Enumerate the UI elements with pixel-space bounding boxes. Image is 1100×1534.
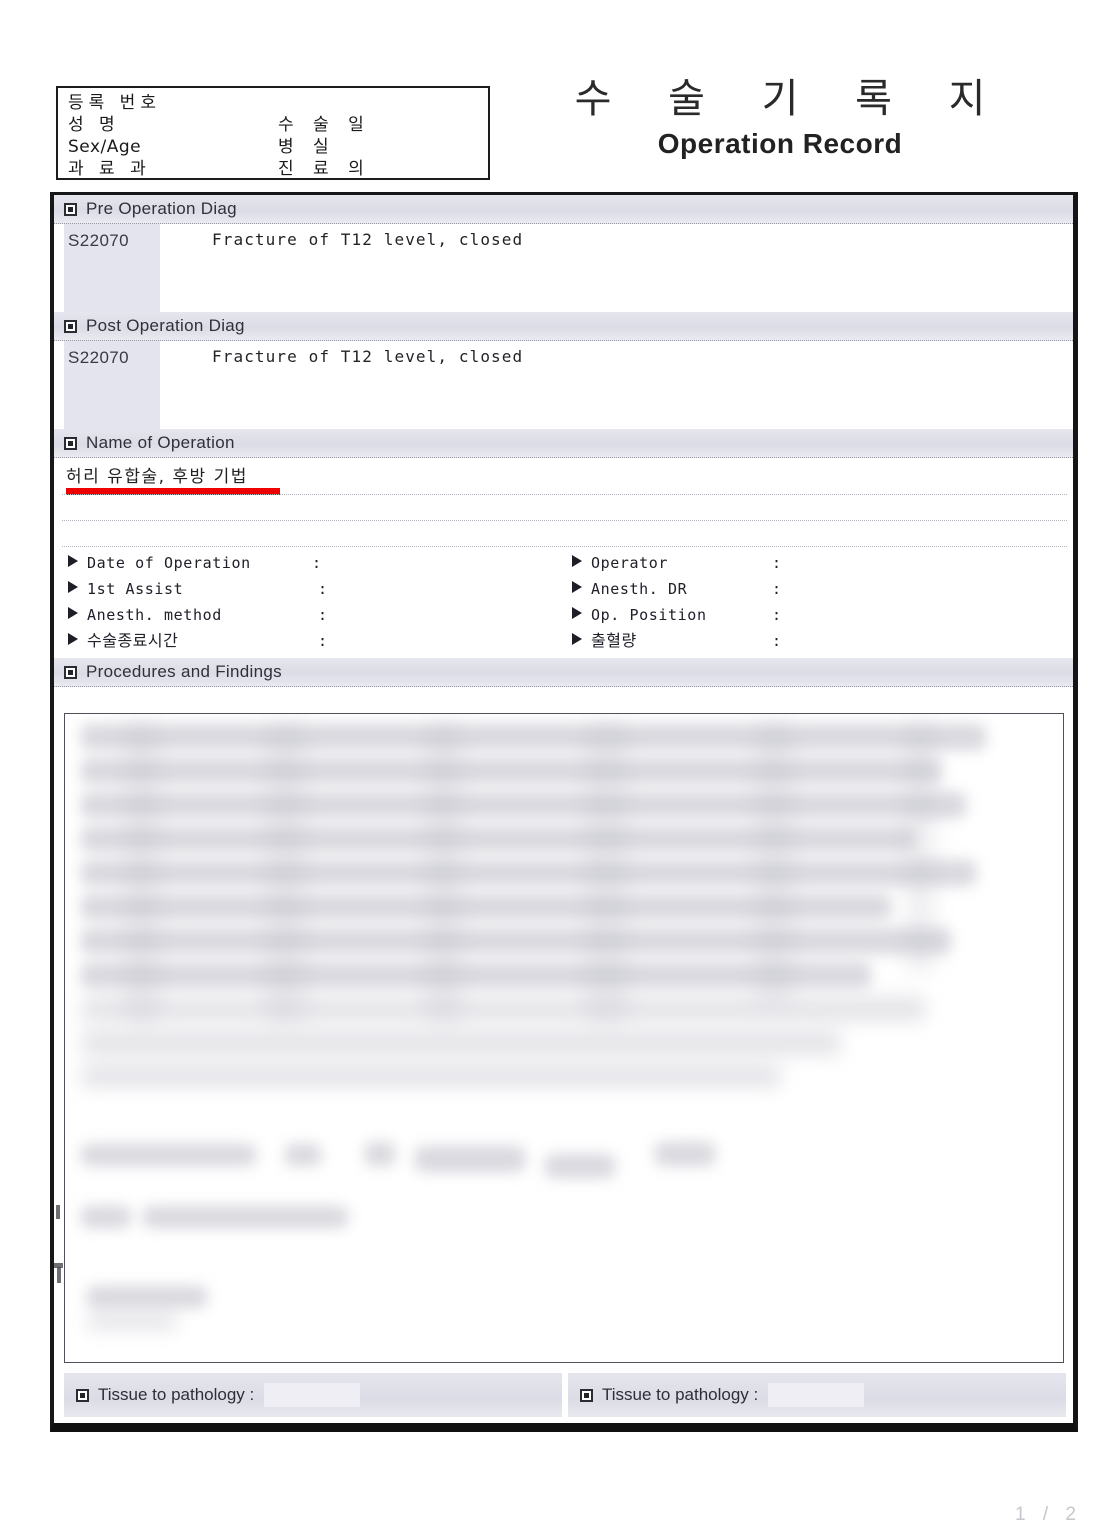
procedures-and-findings-body [64, 713, 1064, 1363]
tissue-to-pathology-left-value [264, 1383, 361, 1407]
field-blood-loss: 출혈량 [572, 628, 637, 654]
field-anesth-dr: Anesth. DR [572, 576, 687, 602]
page-title-english: Operation Record [657, 128, 903, 159]
section-title-pre-op: Pre Operation Diag [86, 199, 237, 218]
label-ward-room: 병 실 [278, 137, 336, 157]
pre-operation-diagnosis-block: S22070 Fracture of T12 level, closed [54, 224, 1073, 312]
section-header-post-operation-diag: Post Operation Diag [54, 312, 1073, 341]
field-op-position: Op. Position [572, 602, 707, 628]
patient-info-row: 과 료 과 진 료 의 [66, 158, 488, 180]
checkbox-icon [64, 665, 77, 679]
patient-info-row: 등록 번호 [66, 92, 488, 114]
field-label: Anesth. DR [591, 580, 688, 598]
document-header-zone: 등록 번호 성 명 수 술 일 Sex/Age 병 실 과 료 과 진 료 의 … [0, 0, 1100, 190]
label-operation-date: 수 술 일 [278, 115, 371, 135]
post-operation-diagnosis-block: S22070 Fracture of T12 level, closed [54, 341, 1073, 429]
field-1st-assist: 1st Assist [68, 576, 183, 602]
section-title-name-of-operation: Name of Operation [86, 433, 235, 452]
tissue-to-pathology-left-label: Tissue to pathology : [98, 1385, 255, 1404]
triangle-bullet-icon [572, 607, 582, 619]
tissue-to-pathology-right-label: Tissue to pathology : [602, 1385, 759, 1404]
triangle-bullet-icon [572, 633, 582, 645]
section-header-pre-operation-diag: Pre Operation Diag [54, 195, 1073, 224]
label-sex-age: Sex/Age [68, 137, 142, 157]
post-op-diagnosis-code: S22070 [68, 348, 130, 367]
scanned-document-page: 등록 번호 성 명 수 술 일 Sex/Age 병 실 과 료 과 진 료 의 … [0, 0, 1100, 1534]
triangle-bullet-icon [572, 555, 582, 567]
field-colon: : [318, 580, 328, 598]
field-label: 출혈량 [591, 631, 637, 650]
page-title-korean: 수 술 기 록 지 [574, 76, 1008, 122]
ruled-line [62, 520, 1067, 521]
triangle-bullet-icon [68, 555, 78, 567]
checkbox-icon [64, 202, 77, 216]
label-attending-doctor: 진 료 의 [278, 159, 371, 179]
field-anesth-method: Anesth. method [68, 602, 222, 628]
field-colon: : [772, 632, 782, 650]
section-title-post-op: Post Operation Diag [86, 316, 245, 335]
scan-artifact [57, 1267, 61, 1283]
ruled-line [62, 546, 1067, 547]
triangle-bullet-icon [68, 607, 78, 619]
field-colon: : [772, 580, 782, 598]
field-label: Anesth. method [87, 606, 222, 624]
post-op-diagnosis-text: Fracture of T12 level, closed [212, 347, 524, 366]
label-registration-number: 등록 번호 [68, 93, 161, 113]
operation-details-fields: Date of Operation : 1st Assist : Anesth.… [54, 548, 1073, 658]
tissue-to-pathology-row: Tissue to pathology : Tissue to patholog… [64, 1373, 1066, 1417]
field-colon: : [318, 606, 328, 624]
field-colon: : [318, 632, 328, 650]
field-label: Date of Operation [87, 554, 251, 572]
field-label: Operator [591, 554, 669, 572]
field-label: Op. Position [591, 606, 707, 624]
checkbox-icon [580, 1388, 593, 1402]
section-header-name-of-operation: Name of Operation [54, 429, 1073, 458]
field-label: 1st Assist [87, 580, 184, 598]
pre-op-diagnosis-text: Fracture of T12 level, closed [212, 230, 524, 249]
triangle-bullet-icon [572, 581, 582, 593]
page-number: 1 / 2 [1015, 1504, 1082, 1525]
operation-name-value: 허리 유합술, 후방 기법 [66, 467, 248, 487]
field-colon: : [772, 554, 782, 572]
document-title-block: 수 술 기 록 지 Operation Record [530, 74, 1030, 160]
patient-info-row: 성 명 수 술 일 [66, 114, 488, 136]
checkbox-icon [76, 1388, 89, 1402]
section-header-procedures-and-findings: Procedures and Findings [54, 658, 1073, 687]
checkbox-icon [64, 436, 77, 450]
field-colon: : [772, 606, 782, 624]
field-colon: : [312, 554, 322, 572]
label-department: 과 료 과 [68, 159, 151, 179]
operation-record-form: Pre Operation Diag S22070 Fracture of T1… [50, 192, 1078, 1432]
tissue-to-pathology-right-value [768, 1383, 865, 1407]
pre-op-diagnosis-code: S22070 [68, 231, 130, 250]
field-label: 수술종료시간 [87, 631, 179, 650]
ruled-line [62, 494, 1067, 495]
field-operator: Operator [572, 550, 668, 576]
label-patient-name: 성 명 [68, 115, 120, 135]
triangle-bullet-icon [68, 581, 78, 593]
field-operation-end-time: 수술종료시간 [68, 628, 178, 654]
section-title-procedures: Procedures and Findings [86, 662, 282, 681]
tissue-to-pathology-right: Tissue to pathology : [568, 1373, 1066, 1417]
triangle-bullet-icon [68, 633, 78, 645]
scan-artifact [56, 1205, 60, 1219]
patient-info-box: 등록 번호 성 명 수 술 일 Sex/Age 병 실 과 료 과 진 료 의 [56, 86, 490, 180]
field-date-of-operation: Date of Operation [68, 550, 251, 576]
name-of-operation-area: 허리 유합술, 후방 기법 [54, 458, 1073, 548]
checkbox-icon [64, 319, 77, 333]
tissue-to-pathology-left: Tissue to pathology : [64, 1373, 562, 1417]
patient-info-row: Sex/Age 병 실 [66, 136, 488, 158]
